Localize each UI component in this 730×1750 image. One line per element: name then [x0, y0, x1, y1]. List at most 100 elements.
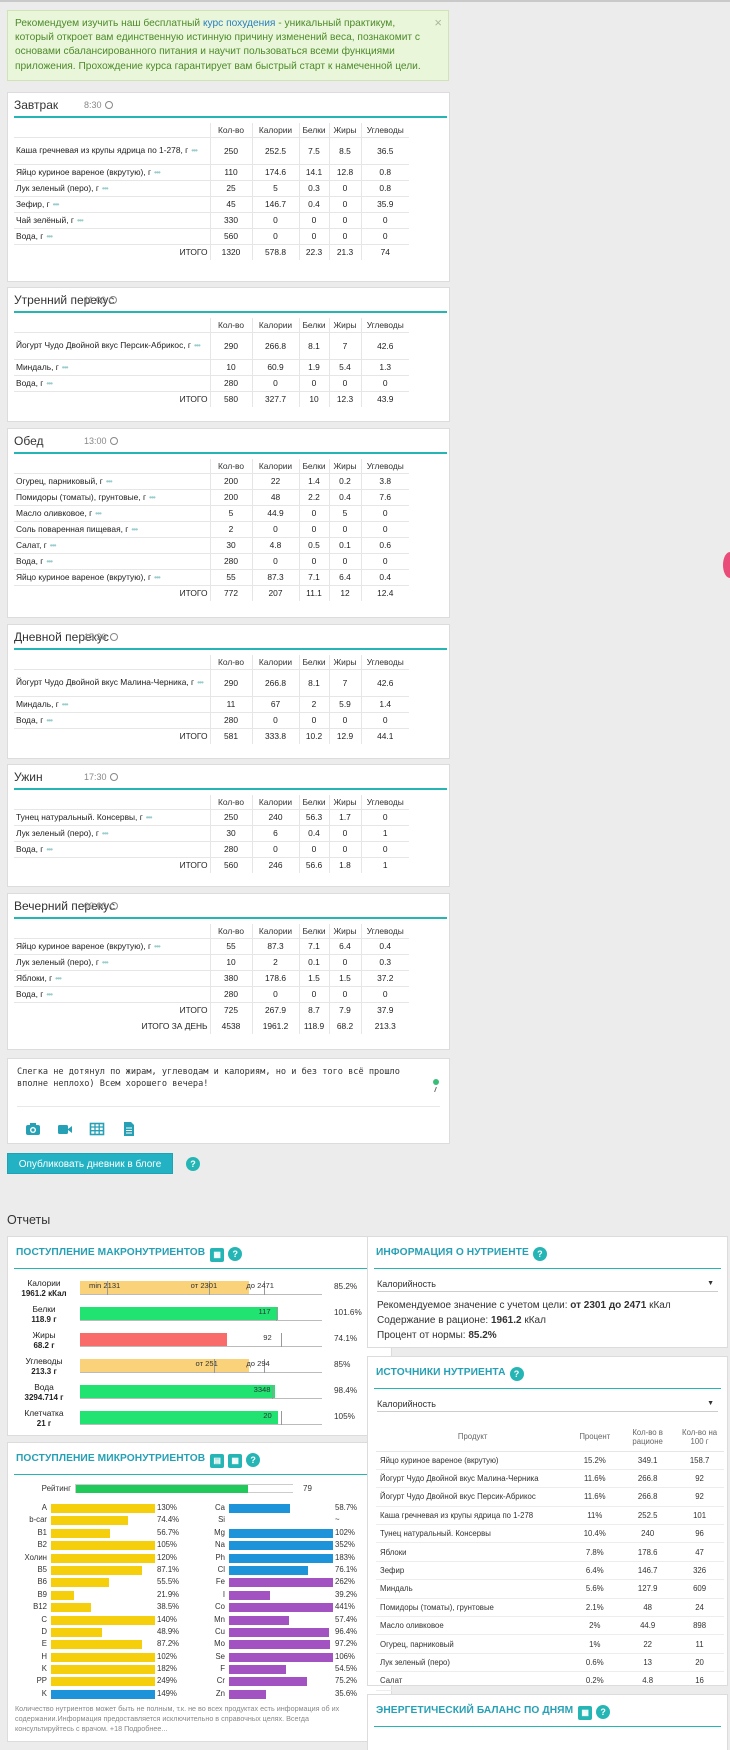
food-name[interactable]: Огурец, парниковый, г ••• — [14, 473, 210, 490]
more-icon[interactable]: ••• — [77, 215, 84, 225]
publish-blog-button[interactable]: Опубликовать дневник в блоге — [7, 1153, 173, 1174]
table-row[interactable]: Яйцо куриное вареное (вкрутую), г ••• 110 1… — [14, 164, 409, 181]
food-name[interactable]: Миндаль, г ••• — [14, 696, 210, 713]
more-icon[interactable]: ••• — [146, 812, 153, 822]
table-row[interactable]: Вода, г ••• 280 0 0 0 0 — [14, 841, 409, 858]
more-icon[interactable]: ••• — [46, 556, 53, 566]
food-name[interactable]: Яйцо куриное вареное (вкрутую), г ••• — [14, 569, 210, 586]
table-row[interactable]: Вода, г ••• 280 0 0 0 0 — [14, 986, 409, 1003]
more-icon[interactable]: ••• — [46, 844, 53, 854]
food-name[interactable]: Миндаль, г ••• — [14, 359, 210, 376]
table-row[interactable]: Вода, г ••• 280 0 0 0 0 — [14, 712, 409, 729]
help-icon[interactable]: ? — [509, 1367, 524, 1381]
food-name[interactable]: Вода, г ••• — [14, 553, 210, 570]
food-name[interactable]: Чай зелёный, г ••• — [14, 212, 210, 229]
table-row[interactable]: Миндаль, г ••• 10 60.9 1.9 5.4 1.3 — [14, 359, 409, 376]
more-icon[interactable]: ••• — [191, 145, 198, 155]
document-icon[interactable] — [121, 1121, 137, 1137]
table-row[interactable]: Лук зеленый (перо), г ••• 10 2 0.1 0 0.3 — [14, 954, 409, 971]
food-name[interactable]: Яйцо куриное вареное (вкрутую), г ••• — [14, 164, 210, 181]
food-name[interactable]: Помидоры (томаты), грунтовые, г ••• — [14, 489, 210, 506]
food-name[interactable]: Зефир, г ••• — [14, 196, 210, 213]
help-icon[interactable]: ? — [228, 1247, 243, 1261]
help-icon[interactable]: ? — [186, 1157, 200, 1171]
diary-comment[interactable]: Слегка не дотянул по жирам, углеводам и … — [7, 1058, 450, 1144]
table-row[interactable]: Вода, г ••• 280 0 0 0 0 — [14, 553, 409, 570]
food-name[interactable]: Лук зеленый (перо), г ••• — [14, 180, 210, 197]
food-name[interactable]: Лук зеленый (перо), г ••• — [14, 825, 210, 842]
table-row[interactable]: Лук зеленый (перо), г ••• 25 5 0.3 0 0.8 — [14, 180, 409, 197]
table-icon[interactable]: ▤ — [210, 1454, 225, 1468]
food-name[interactable]: Вода, г ••• — [14, 375, 210, 392]
table-row[interactable]: Яйцо куриное вареное (вкрутую), г ••• 55 87… — [14, 938, 409, 955]
more-icon[interactable]: ••• — [95, 508, 102, 518]
table-icon[interactable] — [89, 1121, 105, 1137]
food-name[interactable]: Вода, г ••• — [14, 228, 210, 245]
more-icon[interactable]: ••• — [154, 167, 161, 177]
more-icon[interactable]: ••• — [55, 973, 62, 983]
food-name[interactable]: Тунец натуральный. Консервы, г ••• — [14, 809, 210, 826]
more-icon[interactable]: ••• — [102, 828, 109, 838]
more-icon[interactable]: ••• — [154, 572, 161, 582]
more-icon[interactable]: ••• — [46, 378, 53, 388]
food-name[interactable]: Яйцо куриное вареное (вкрутую), г ••• — [14, 938, 210, 955]
table-row[interactable]: Салат, г ••• 30 4.8 0.5 0.1 0.6 — [14, 537, 409, 554]
help-icon[interactable]: ? — [246, 1453, 261, 1467]
more-icon[interactable]: ••• — [46, 715, 53, 725]
close-icon[interactable]: × — [434, 16, 442, 29]
more-icon[interactable]: ••• — [154, 941, 161, 951]
more-icon[interactable]: ••• — [46, 231, 53, 241]
course-link[interactable]: курс похудения — [203, 18, 276, 29]
table-row[interactable]: Огурец, парниковый, г ••• 200 22 1.4 0.2 3.8 — [14, 473, 409, 490]
more-icon[interactable]: ••• — [46, 989, 53, 999]
table-row[interactable]: Соль поваренная пищевая, г ••• 2 0 0 0 0 — [14, 521, 409, 538]
food-name[interactable]: Масло оливковое, г ••• — [14, 505, 210, 522]
table-row[interactable]: Каша гречневая из крупы ядрица по 1-278,… — [14, 137, 409, 165]
calendar-icon[interactable]: ▦ — [210, 1248, 225, 1262]
table-row[interactable]: Помидоры (томаты), грунтовые, г ••• 200 48 2… — [14, 489, 409, 506]
help-icon[interactable]: ? — [532, 1247, 547, 1261]
side-tab[interactable] — [723, 552, 730, 578]
more-icon[interactable]: ••• — [194, 340, 201, 350]
food-name[interactable]: Салат, г ••• — [14, 537, 210, 554]
camera-icon[interactable] — [25, 1121, 41, 1137]
food-name[interactable]: Йогурт Чудо Двойной вкус Малина-Черника,… — [14, 669, 210, 697]
calendar-icon[interactable]: ▦ — [228, 1454, 243, 1468]
table-row[interactable]: Зефир, г ••• 45 146.7 0.4 0 35.9 — [14, 196, 409, 213]
table-row[interactable]: Йогурт Чудо Двойной вкус Малина-Черника,… — [14, 669, 409, 697]
video-icon[interactable] — [57, 1121, 73, 1137]
calendar-icon[interactable]: ▦ — [578, 1706, 593, 1720]
more-icon[interactable]: ••• — [131, 524, 138, 534]
more-icon[interactable]: ••• — [149, 492, 156, 502]
more-icon[interactable]: ••• — [53, 199, 60, 209]
food-name[interactable]: Вода, г ••• — [14, 712, 210, 729]
sources-select[interactable]: Калорийность ▼ — [377, 1397, 718, 1412]
food-name[interactable]: Йогурт Чудо Двойной вкус Персик-Абрикос,… — [14, 332, 210, 360]
help-icon[interactable]: ? — [596, 1705, 611, 1719]
food-name[interactable]: Соль поваренная пищевая, г ••• — [14, 521, 210, 538]
more-icon[interactable]: ••• — [50, 540, 57, 550]
food-name[interactable]: Яблоки, г ••• — [14, 970, 210, 987]
table-row[interactable]: Чай зелёный, г ••• 330 0 0 0 0 — [14, 212, 409, 229]
table-row[interactable]: Масло оливковое, г ••• 5 44.9 0 5 0 — [14, 505, 409, 522]
table-row[interactable]: Тунец натуральный. Консервы, г ••• 250 240 5… — [14, 809, 409, 826]
table-row[interactable]: Миндаль, г ••• 11 67 2 5.9 1.4 — [14, 696, 409, 713]
table-row[interactable]: Яблоки, г ••• 380 178.6 1.5 1.5 37.2 — [14, 970, 409, 987]
food-name[interactable]: Вода, г ••• — [14, 986, 210, 1003]
table-row[interactable]: Яйцо куриное вареное (вкрутую), г ••• 55 87… — [14, 569, 409, 586]
comment-text[interactable]: Слегка не дотянул по жирам, углеводам и … — [17, 1066, 431, 1090]
more-icon[interactable]: ••• — [106, 476, 113, 486]
more-icon[interactable]: ••• — [102, 183, 109, 193]
food-name[interactable]: Лук зеленый (перо), г ••• — [14, 954, 210, 971]
food-name[interactable]: Каша гречневая из крупы ядрица по 1-278,… — [14, 137, 210, 165]
more-icon[interactable]: ••• — [62, 699, 69, 709]
more-icon[interactable]: ••• — [197, 677, 204, 687]
more-icon[interactable]: ••• — [62, 362, 69, 372]
nutrient-select[interactable]: Калорийность ▼ — [377, 1277, 718, 1292]
more-icon[interactable]: ••• — [102, 957, 109, 967]
table-row[interactable]: Вода, г ••• 280 0 0 0 0 — [14, 375, 409, 392]
table-row[interactable]: Йогурт Чудо Двойной вкус Персик-Абрикос,… — [14, 332, 409, 360]
food-name[interactable]: Вода, г ••• — [14, 841, 210, 858]
table-row[interactable]: Вода, г ••• 560 0 0 0 0 — [14, 228, 409, 245]
table-row[interactable]: Лук зеленый (перо), г ••• 30 6 0.4 0 1 — [14, 825, 409, 842]
